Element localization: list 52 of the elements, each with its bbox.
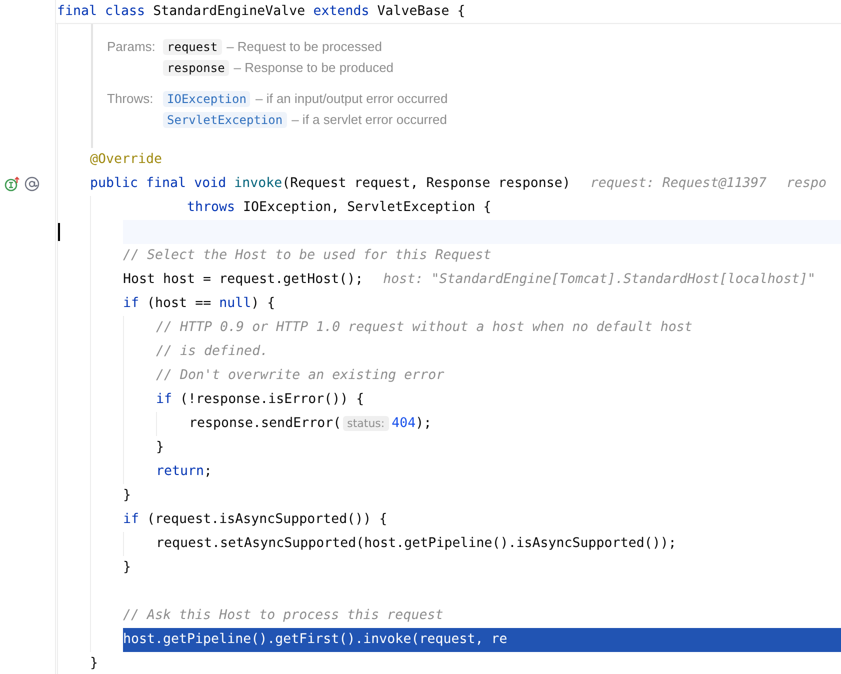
keyword: throws <box>187 200 236 215</box>
code-comment: // is defined. <box>156 344 268 359</box>
code-text: } <box>123 560 132 575</box>
doc-description: – if an input/output error occurred <box>255 91 448 106</box>
text-cursor <box>58 223 60 241</box>
code-text: host.getPipeline().getFirst().invoke(request, re <box>123 632 508 647</box>
code-comment: // Select the Host to be used for this Request <box>123 248 492 263</box>
code-text: ) { <box>251 296 276 311</box>
code-text: Host host = request.getHost(); <box>123 272 364 287</box>
inline-value-hint: request: Request@11397 <box>590 176 766 191</box>
code-text: response.sendError( <box>189 416 342 431</box>
doc-label: Params: <box>107 38 156 56</box>
param-name: response <box>163 60 229 76</box>
code-text: } <box>90 656 98 671</box>
number-literal: 404 <box>392 416 416 431</box>
exception-link[interactable]: IOException <box>163 90 250 106</box>
code-text: StandardEngineValve <box>153 4 306 19</box>
code-text: ); <box>416 416 432 431</box>
code-text: ValveBase { <box>377 4 466 19</box>
code-text: (Request request, Response response) <box>282 176 570 191</box>
parameter-hint: status: <box>343 416 389 431</box>
code-text: } <box>156 440 164 455</box>
code-text: IOException, ServletException { <box>243 200 492 215</box>
code-text: (request.isAsyncSupported()) { <box>147 512 388 527</box>
annotation: @Override <box>90 152 162 167</box>
keyword: final class <box>57 4 146 19</box>
implements-method-icon[interactable] <box>4 176 20 192</box>
exception-link[interactable]: ServletException <box>163 112 287 128</box>
code-text: } <box>123 488 132 503</box>
code-comment: // Ask this Host to process this request <box>123 608 444 623</box>
code-text: (!response.isError()) { <box>180 392 364 407</box>
keyword: null <box>219 296 252 311</box>
method-name: invoke <box>234 176 282 191</box>
doc-description: – Request to be processed <box>226 39 382 54</box>
param-name: request <box>163 38 222 54</box>
doc-description: – Response to be produced <box>234 60 394 75</box>
keyword: return <box>156 464 204 479</box>
keyword: extends <box>313 4 370 19</box>
keyword: public final void <box>90 176 228 191</box>
keyword: if <box>123 296 140 311</box>
code-text: request.setAsyncSupported(host.getPipeline().isAsyncSupported()); <box>156 536 676 551</box>
inline-value-hint: respo <box>786 176 827 191</box>
doc-description: – if a servlet error occurred <box>292 112 447 127</box>
keyword: if <box>156 392 174 407</box>
code-text: (host == <box>147 296 212 311</box>
doc-label: Throws: <box>107 90 154 108</box>
code-comment: // Don't overwrite an existing error <box>156 368 444 383</box>
code-text: ; <box>204 464 212 479</box>
code-comment: // HTTP 0.9 or HTTP 1.0 request without a host when no default host <box>156 320 692 335</box>
keyword: if <box>123 512 140 527</box>
annotation-at-icon[interactable] <box>24 176 40 192</box>
inline-value-hint: host: "StandardEngine[Tomcat].StandardHost[localhost]" <box>383 272 816 287</box>
